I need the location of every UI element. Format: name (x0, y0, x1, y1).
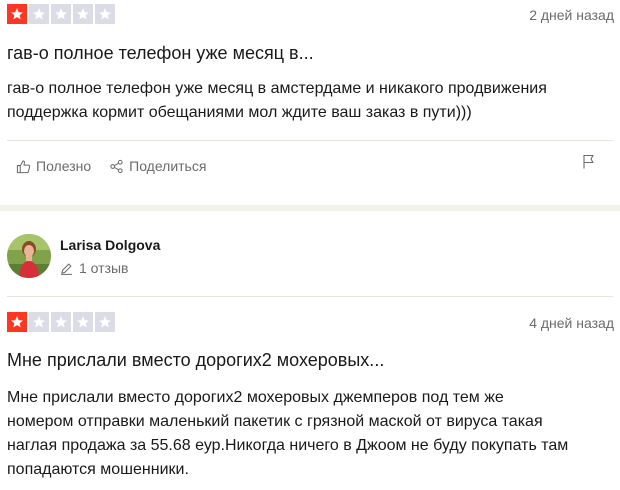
star-icon (7, 4, 27, 24)
review-count: 1 отзыв (60, 260, 129, 276)
rating-stars (7, 312, 115, 332)
star-icon (95, 4, 115, 24)
share-label: Поделиться (129, 158, 207, 174)
review-body-line: Мне прислали вместо дорогих2 мохеровых д… (7, 389, 504, 406)
useful-label: Полезно (36, 158, 92, 174)
review-date: 2 дней назад (529, 7, 614, 23)
star-icon (51, 312, 71, 332)
share-button[interactable]: Поделиться (109, 158, 206, 174)
star-icon (7, 312, 27, 332)
review-title[interactable]: гав-о полное телефон уже месяц в... (7, 43, 314, 64)
divider (7, 140, 613, 141)
star-icon (95, 312, 115, 332)
star-icon (29, 312, 49, 332)
review-actions: Полезно Поделиться (16, 158, 224, 174)
review-body: Мне прислали вместо дорогих2 мохеровых д… (7, 386, 607, 482)
star-icon (29, 4, 49, 24)
share-icon (110, 159, 123, 173)
flag-icon (583, 154, 594, 169)
useful-button[interactable]: Полезно (16, 158, 91, 174)
flag-button[interactable] (582, 154, 596, 169)
divider (7, 296, 613, 297)
avatar[interactable] (7, 234, 51, 278)
review-body-line: поддержка кормит обещаниями мол ждите ва… (7, 104, 472, 121)
review-body-line: попадаются мошенники. (7, 461, 189, 478)
thumbs-up-icon (16, 159, 31, 173)
review-title[interactable]: Мне прислали вместо дорогих2 мохеровых..… (7, 350, 384, 371)
review-count-label: 1 отзыв (79, 260, 129, 276)
review-body: гав-о полное телефон уже месяц в амстерд… (7, 77, 607, 125)
section-separator (0, 205, 620, 211)
review-body-line: номером отправки маленький пакетик с гря… (7, 413, 543, 430)
pencil-icon (60, 263, 73, 275)
review-date: 4 дней назад (529, 315, 614, 331)
star-icon (51, 4, 71, 24)
star-icon (73, 312, 93, 332)
review-body-line: наглая продажа за 55.68 еур.Никогда ниче… (7, 437, 569, 454)
reviewer-name[interactable]: Larisa Dolgova (60, 237, 160, 253)
rating-stars (7, 4, 115, 24)
review-body-line: гав-о полное телефон уже месяц в амстерд… (7, 80, 547, 97)
star-icon (73, 4, 93, 24)
